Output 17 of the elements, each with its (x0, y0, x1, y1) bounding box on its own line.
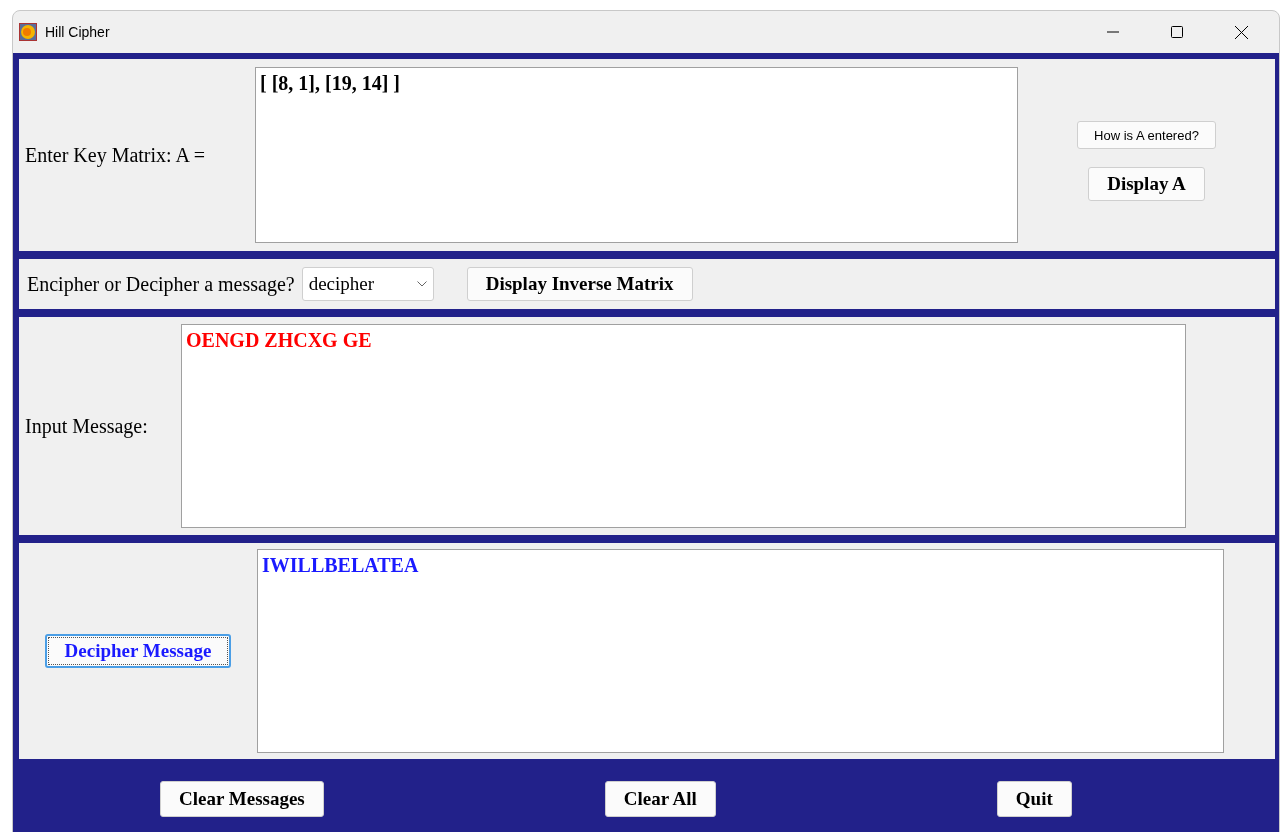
bottom-button[interactable]: Clear Messages (160, 781, 324, 817)
output-message-field[interactable]: IWILLBELATEA (257, 549, 1224, 753)
input-message-label: Input Message: (24, 414, 149, 438)
app-icon (19, 23, 37, 41)
bottom-button[interactable]: Quit (996, 781, 1072, 817)
chevron-icon (416, 281, 427, 287)
help-button[interactable]: How is A entered? (1077, 121, 1216, 149)
inverse-matrix-button[interactable]: Display Inverse Matrix (466, 267, 693, 301)
input-message-field[interactable]: OENGD ZHCXG GE (181, 324, 1186, 528)
display-button[interactable]: Display A (1088, 167, 1205, 201)
key-matrix-label: Enter Key Matrix: A = (24, 143, 207, 167)
mode-label: Encipher or Decipher a message? (27, 272, 295, 296)
mode-dropdown[interactable]: decipher (301, 267, 434, 301)
bottom-button[interactable]: Clear All (604, 781, 716, 817)
window-title: Hill Cipher (45, 24, 111, 40)
decipher-button[interactable]: Decipher Message (44, 634, 232, 668)
key-matrix-field[interactable]: [ [8, 1], [19, 14] ] (255, 67, 1018, 243)
